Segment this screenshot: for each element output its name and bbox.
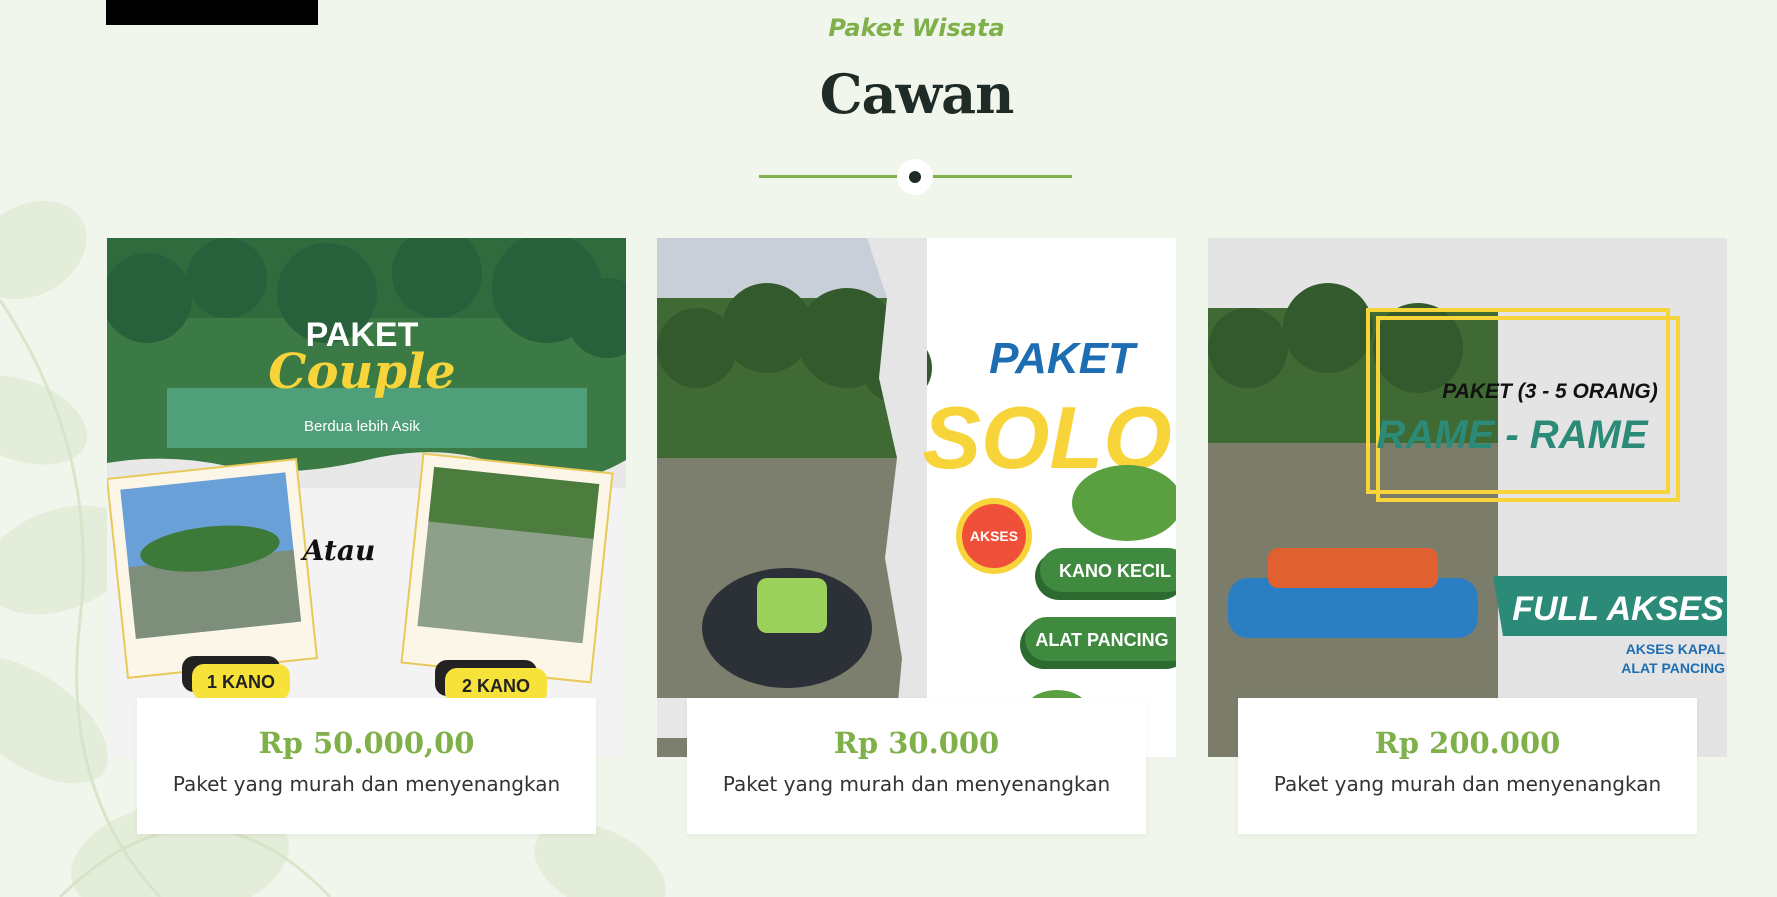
poster-badge-text: AKSES — [970, 528, 1018, 544]
poster-tagline-text: Berdua lebih Asik — [304, 418, 420, 435]
package-image-rame[interactable]: PAKET (3 - 5 ORANG) RAME - RAME FULL AKS… — [1208, 238, 1727, 757]
package-info-couple: Rp 50.000,00 Paket yang murah dan menyen… — [137, 698, 596, 834]
poster-line1-text: PAKET — [989, 334, 1138, 383]
package-info-rame: Rp 200.000 Paket yang murah dan menyenan… — [1238, 698, 1697, 834]
package-card-couple[interactable]: PAKET Couple Berdua lebih Asik Atau 1 KA… — [107, 238, 626, 834]
poster-line1-text: PAKET (3 - 5 ORANG) — [1442, 380, 1657, 403]
package-description: Paket yang murah dan menyenangkan — [172, 772, 561, 796]
section-eyebrow: Paket Wisata — [828, 14, 1005, 42]
poster-item2-text: ALAT PANCING — [1035, 630, 1168, 650]
package-description: Paket yang murah dan menyenangkan — [1273, 772, 1662, 796]
package-image-solo[interactable]: PAKET SOLO AKSES KANO KECIL ALAT PANCING — [657, 238, 1176, 757]
divider-dot-icon — [909, 171, 921, 183]
divider-line-left — [759, 175, 899, 178]
poster-item1-text: KANO KECIL — [1059, 561, 1171, 581]
poster-item2-text: ALAT PANCING — [1621, 660, 1725, 676]
poster-option1-text: 1 KANO — [207, 672, 275, 692]
package-card-rame[interactable]: PAKET (3 - 5 ORANG) RAME - RAME FULL AKS… — [1208, 238, 1727, 834]
poster-line2-text: Couple — [268, 344, 455, 400]
poster-option2-text: 2 KANO — [462, 676, 530, 696]
package-price: Rp 30.000 — [833, 726, 1000, 760]
package-image-couple[interactable]: PAKET Couple Berdua lebih Asik Atau 1 KA… — [107, 238, 626, 757]
package-info-solo: Rp 30.000 Paket yang murah dan menyenang… — [687, 698, 1146, 834]
package-price: Rp 50.000,00 — [258, 726, 475, 760]
package-price: Rp 200.000 — [1374, 726, 1561, 760]
poster-banner-text: FULL AKSES — [1512, 590, 1724, 628]
poster-connector-text: Atau — [300, 534, 376, 567]
title-divider — [759, 159, 1072, 195]
divider-line-right — [932, 175, 1072, 178]
package-description: Paket yang murah dan menyenangkan — [722, 772, 1111, 796]
section-title: Cawan — [819, 62, 1015, 126]
poster-item1-text: AKSES KAPAL — [1626, 641, 1726, 657]
package-card-solo[interactable]: PAKET SOLO AKSES KANO KECIL ALAT PANCING… — [657, 238, 1176, 834]
poster-line2-text: RAME - RAME — [1376, 413, 1648, 457]
